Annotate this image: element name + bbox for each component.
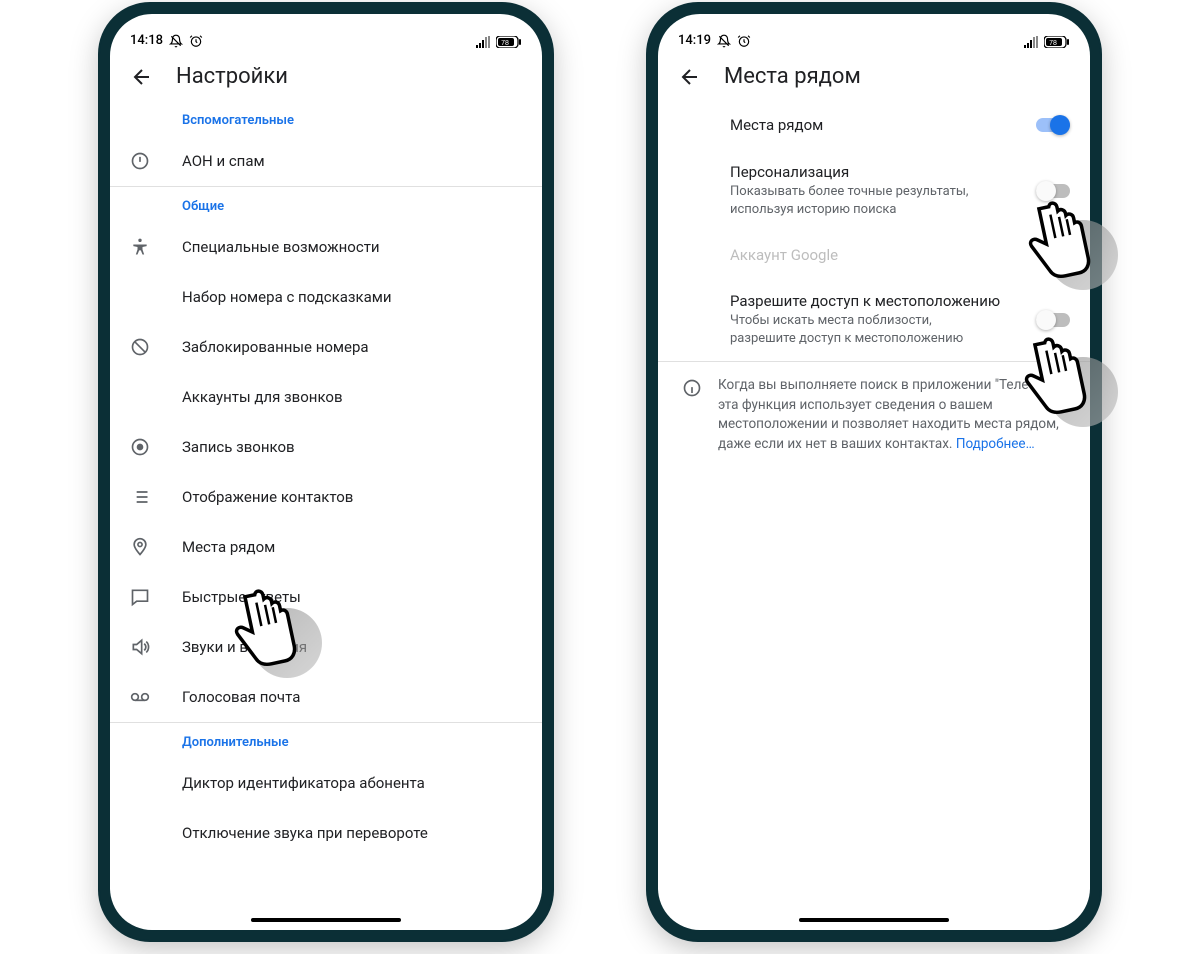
list-item-display-contacts[interactable]: Отображение контактов (110, 472, 542, 522)
record-icon (130, 437, 150, 457)
list-item-label: Диктор идентификатора абонента (182, 774, 425, 792)
nearby-settings: Места рядом Персонализация Показывать бо… (658, 101, 1090, 930)
row-title: Места рядом (730, 116, 1024, 134)
back-icon[interactable] (130, 65, 154, 89)
list-item-label: Отображение контактов (182, 488, 353, 506)
list-icon (130, 487, 150, 507)
phone-left: 14:18 78 Настройки Вспомогательные АОН и… (100, 4, 552, 940)
signal-icon (1024, 36, 1040, 48)
header: Настройки (110, 50, 542, 101)
info-link[interactable]: Подробнее… (956, 436, 1035, 452)
toggle-location-access[interactable] (1036, 310, 1070, 330)
pin-icon (130, 537, 150, 557)
battery-icon: 78 (496, 36, 522, 48)
page-title: Настройки (176, 64, 288, 89)
list-item-nearby[interactable]: Места рядом (110, 522, 542, 572)
phone-right: 14:19 78 Места рядом Места рядом Персона… (648, 4, 1100, 940)
list-item-caller-announce[interactable]: Диктор идентификатора абонента (110, 758, 542, 808)
avatar-overlay (252, 608, 322, 678)
list-item-assisted-dial[interactable]: Набор номера с подсказками (110, 272, 542, 322)
status-time: 14:18 (130, 33, 163, 48)
list-item-flip-mute[interactable]: Отключение звука при перевороте (110, 808, 542, 858)
row-nearby-toggle[interactable]: Места рядом (658, 101, 1090, 149)
list-item-quick[interactable]: Быстрые ответы (110, 572, 542, 622)
chat-icon (130, 587, 150, 607)
screen-right: 14:19 78 Места рядом Места рядом Персона… (658, 14, 1090, 930)
list-item-label: Набор номера с подсказками (182, 288, 392, 306)
list-item-recording[interactable]: Запись звонков (110, 422, 542, 472)
info-text: Когда вы выполняете поиск в приложении "… (718, 376, 1070, 454)
nav-bar[interactable] (251, 918, 401, 922)
avatar-overlay (1048, 220, 1118, 290)
screen-left: 14:18 78 Настройки Вспомогательные АОН и… (110, 14, 542, 930)
settings-list: Вспомогательные АОН и спам Общие Специал… (110, 101, 542, 930)
status-bar: 14:18 78 (110, 14, 542, 50)
status-bar: 14:19 78 (658, 14, 1090, 50)
accessibility-icon (130, 237, 150, 257)
section-header-extra: Дополнительные (110, 723, 542, 758)
list-item-blocked[interactable]: Заблокированные номера (110, 322, 542, 372)
section-header-aux: Вспомогательные (110, 101, 542, 136)
svg-text:78: 78 (501, 40, 509, 47)
row-title: Персонализация (730, 163, 1024, 181)
list-item-call-accounts[interactable]: Аккаунты для звонков (110, 372, 542, 422)
list-item-label: Места рядом (182, 538, 275, 556)
row-subtitle: Показывать более точные результаты, испо… (730, 183, 1000, 218)
status-time: 14:19 (678, 33, 711, 48)
row-title: Аккаунт Google (730, 246, 1070, 264)
list-item-voicemail[interactable]: Голосовая почта (110, 672, 542, 722)
page-title: Места рядом (724, 64, 861, 89)
list-item-label: Специальные возможности (182, 238, 380, 256)
voicemail-icon (130, 687, 150, 707)
row-google-account: Аккаунт Google (658, 232, 1090, 278)
alarm-icon (737, 34, 751, 48)
row-personalization[interactable]: Персонализация Показывать более точные р… (658, 149, 1090, 232)
row-title: Разрешите доступ к местоположению (730, 292, 1024, 310)
list-item-caller-spam[interactable]: АОН и спам (110, 136, 542, 186)
list-item-label: АОН и спам (182, 152, 265, 170)
toggle-personalization[interactable] (1036, 181, 1070, 201)
info-row: Когда вы выполняете поиск в приложении "… (658, 362, 1090, 468)
sound-icon (130, 637, 150, 657)
section-header-general: Общие (110, 187, 542, 222)
list-item-label: Быстрые ответы (182, 588, 301, 606)
back-icon[interactable] (678, 65, 702, 89)
list-item-label: Заблокированные номера (182, 338, 369, 356)
svg-text:78: 78 (1049, 40, 1057, 47)
avatar-overlay (1048, 357, 1118, 427)
signal-icon (476, 36, 492, 48)
list-item-label: Голосовая почта (182, 688, 300, 706)
list-item-label: Отключение звука при перевороте (182, 824, 428, 842)
header: Места рядом (658, 50, 1090, 101)
row-location-access[interactable]: Разрешите доступ к местоположению Чтобы … (658, 278, 1090, 361)
alarm-icon (189, 34, 203, 48)
list-item-label: Аккаунты для звонков (182, 388, 343, 406)
battery-icon: 78 (1044, 36, 1070, 48)
list-item-accessibility[interactable]: Специальные возможности (110, 222, 542, 272)
bell-off-icon (717, 34, 731, 48)
info-icon (682, 378, 702, 398)
block-icon (130, 337, 150, 357)
nav-bar[interactable] (799, 918, 949, 922)
list-item-label: Запись звонков (182, 438, 295, 456)
bell-off-icon (169, 34, 183, 48)
toggle-nearby[interactable] (1036, 115, 1070, 135)
row-subtitle: Чтобы искать места поблизости, разрешите… (730, 312, 1000, 347)
info-alert-icon (130, 151, 150, 171)
list-item-sounds[interactable]: Звуки и вибрация (110, 622, 542, 672)
